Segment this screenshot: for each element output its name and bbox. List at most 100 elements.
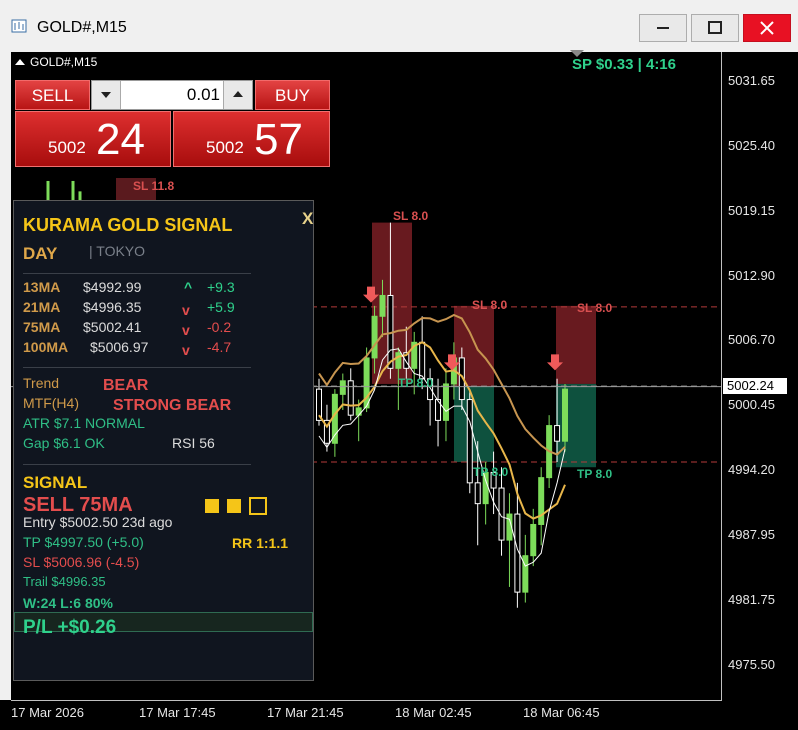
ma-change: +5.9 <box>207 299 235 315</box>
ma-change: +9.3 <box>207 279 235 295</box>
tp-label-1: TP 8.0 <box>398 376 434 390</box>
sl-label-2: SL 8.0 <box>472 298 508 312</box>
session-name: | TOKYO <box>89 243 146 259</box>
sell-price-quote[interactable]: 5002 24 <box>15 111 171 167</box>
ma-arrow-up-icon: ^ <box>184 279 193 295</box>
y-tick-label: 5000.45 <box>728 397 775 413</box>
title-bar[interactable]: GOLD#,M15 <box>0 0 798 46</box>
session-type: DAY <box>23 244 58 263</box>
candle-body <box>379 294 386 317</box>
candle-body <box>466 399 473 484</box>
plot-border-right <box>721 52 722 700</box>
sl-text: SL $5006.96 (-4.5) <box>23 554 140 570</box>
x-tick-label: 17 Mar 2026 <box>11 705 84 720</box>
y-tick-label: 4987.95 <box>728 527 775 543</box>
x-tick-label: 17 Mar 17:45 <box>139 705 216 720</box>
minimize-button[interactable] <box>639 14 687 42</box>
ma-name: 75MA <box>23 319 61 335</box>
signal-label: SIGNAL <box>23 473 88 492</box>
atr-text: ATR $7.1 NORMAL <box>23 415 145 431</box>
sell-price-prefix: 5002 <box>48 138 86 157</box>
trend-value: BEAR <box>103 377 149 394</box>
candle-body <box>474 482 481 505</box>
y-tick-label: 5012.90 <box>728 267 775 283</box>
candle-body <box>562 388 568 442</box>
win-loss-text: W:24 L:6 80% <box>23 595 113 611</box>
ma-arrow-down-icon: v <box>182 342 190 358</box>
sl-label-3: SL 8.0 <box>577 301 613 315</box>
lot-size-value[interactable]: 0.01 <box>187 85 220 105</box>
ma-name: 13MA <box>23 279 61 295</box>
mtf-label: MTF(H4) <box>23 395 79 411</box>
trail-text: Trail $4996.35 <box>23 574 106 589</box>
y-tick-label: 5025.40 <box>728 137 775 153</box>
close-icon <box>760 21 774 35</box>
lot-size-input[interactable]: 0.01 <box>91 80 253 110</box>
ma-value: $5002.41 <box>83 319 142 335</box>
x-tick-label: 17 Mar 21:45 <box>267 705 344 720</box>
ma-change: -0.2 <box>207 319 232 335</box>
chart-symbol-label: GOLD#,M15 <box>30 55 98 69</box>
y-tick-label: 4975.50 <box>728 657 775 672</box>
sell-button[interactable]: SELL <box>15 80 90 110</box>
candle-body <box>395 352 402 369</box>
tp-label-2: TP 8.0 <box>473 465 509 479</box>
buy-price-pips: 57 <box>254 115 303 164</box>
mtf-value: STRONG BEAR <box>113 397 232 414</box>
panel-close-button[interactable]: X <box>302 209 313 229</box>
y-tick-label: 5031.65 <box>728 72 775 88</box>
lot-increase-button[interactable] <box>223 81 252 109</box>
candle-body <box>371 315 378 359</box>
current-price-tag: 5002.24 <box>723 378 787 394</box>
sl-label-top-left: SL 11.8 <box>133 179 175 193</box>
candle-body <box>355 407 362 416</box>
ma-value: $5006.97 <box>90 339 149 355</box>
chart-menu-arrow-icon[interactable] <box>15 58 25 66</box>
minimize-icon <box>657 27 669 29</box>
buy-price-quote[interactable]: 5002 57 <box>173 111 330 167</box>
maximize-button[interactable] <box>691 14 739 42</box>
candle-body <box>331 393 338 444</box>
ma-value: $4992.99 <box>83 279 142 295</box>
chevron-down-icon <box>101 92 111 98</box>
mt-chart-window: GOLD#,M15 5031.65 5025.40 5019.15 5012.90 50… <box>0 0 798 730</box>
signal-strength-square-filled <box>227 499 241 513</box>
ma-line-slow <box>318 313 566 456</box>
close-button[interactable] <box>743 14 791 42</box>
buy-button[interactable]: BUY <box>255 80 330 110</box>
kurama-signal-panel: KURAMA GOLD SIGNAL X DAY | TOKYO 13MA $4… <box>13 200 314 681</box>
window-title: GOLD#,M15 <box>37 19 127 36</box>
pl-text: P/L +$0.26 <box>23 617 117 638</box>
panel-divider <box>23 273 251 274</box>
spread-timer-text: SP $0.33 | 4:16 <box>572 56 676 73</box>
buy-price-prefix: 5002 <box>206 138 244 157</box>
panel-title: KURAMA GOLD SIGNAL <box>23 215 233 235</box>
signal-strength-square-empty <box>249 497 267 515</box>
lot-decrease-button[interactable] <box>92 81 121 109</box>
signal-strength-square-filled <box>205 499 219 513</box>
candle-body <box>530 523 537 557</box>
panel-divider <box>23 367 251 368</box>
candle-body <box>522 555 529 593</box>
candle-body <box>339 380 346 395</box>
chevron-up-icon <box>233 91 243 97</box>
gap-text: Gap $6.1 OK <box>23 435 105 451</box>
candle-body <box>554 425 561 442</box>
y-tick-label: 4981.75 <box>728 591 775 607</box>
ma-name: 100MA <box>23 339 69 355</box>
entry-text: Entry $5002.50 23d ago <box>23 514 173 530</box>
tp-text: TP $4997.50 (+5.0) <box>23 534 144 550</box>
ma-value: $4996.35 <box>83 299 142 315</box>
y-tick-label: 4994.20 <box>728 462 775 478</box>
candle-body <box>419 341 426 380</box>
ma-change: -4.7 <box>207 339 232 355</box>
ma-name: 21MA <box>23 299 61 315</box>
trend-label: Trend <box>23 375 60 391</box>
ma-arrow-down-icon: v <box>182 322 190 338</box>
sell-price-pips: 24 <box>96 115 145 164</box>
tp-label-3: TP 8.0 <box>577 467 613 481</box>
ma-line-white <box>318 348 566 567</box>
maximize-icon <box>708 21 722 34</box>
candle-body <box>538 477 545 525</box>
ma-arrow-down-icon: v <box>182 302 190 318</box>
